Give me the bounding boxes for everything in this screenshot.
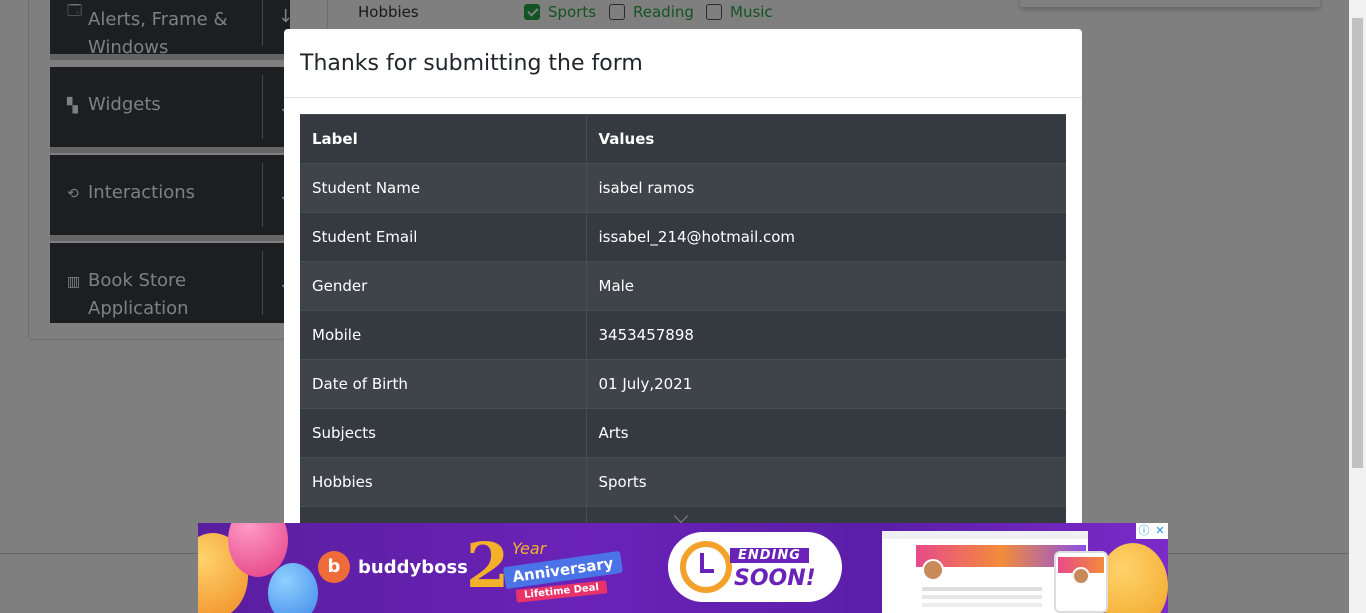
table-row: Date of Birth 01 July,2021	[300, 359, 1066, 409]
row-label: Student Email	[300, 212, 587, 262]
page-scrollbar[interactable]	[1349, 0, 1366, 613]
column-header-label: Label	[300, 114, 587, 164]
table-row: Student Email issabel_214@hotmail.com	[300, 212, 1066, 262]
clock-icon	[680, 541, 732, 593]
anniversary-badge: 2 Year Anniversary Lifetime Deal	[466, 531, 636, 605]
ending-soon-badge: ENDING SOON!	[668, 532, 842, 602]
row-value: Male	[586, 261, 1066, 311]
row-label: Hobbies	[300, 457, 587, 507]
modal-body: Label Values Student Name isabel ramos S…	[284, 98, 1082, 572]
buddyboss-mark-icon: b	[318, 551, 350, 583]
modal-title: Thanks for submitting the form	[300, 51, 643, 76]
anniversary-number: 2	[466, 529, 510, 602]
buddyboss-logo: b buddyboss	[318, 551, 468, 583]
ad-close-icon[interactable]: ✕	[1152, 523, 1168, 539]
row-label: Subjects	[300, 408, 587, 458]
ad-brand: buddyboss	[358, 556, 468, 578]
screenshot-topbar	[882, 531, 1088, 539]
anniversary-year: Year	[512, 539, 547, 558]
table-header-row: Label Values	[300, 114, 1066, 164]
balloon-graphic	[1098, 543, 1168, 613]
row-label: Date of Birth	[300, 359, 587, 409]
row-value: Sports	[586, 457, 1066, 507]
avatar	[922, 559, 944, 581]
ad-controls: ⓘ ✕	[1136, 523, 1168, 539]
balloon-graphic	[268, 563, 318, 613]
ending-text: ENDING	[730, 548, 809, 563]
table-row: Mobile 3453457898	[300, 310, 1066, 360]
row-value: issabel_214@hotmail.com	[586, 212, 1066, 262]
table-row: Subjects Arts	[300, 408, 1066, 458]
row-label: Mobile	[300, 310, 587, 360]
table-row: Student Name isabel ramos	[300, 163, 1066, 213]
row-label: Gender	[300, 261, 587, 311]
table-row: Hobbies Sports	[300, 457, 1066, 507]
row-value: 3453457898	[586, 310, 1066, 360]
screenshot-lines	[922, 587, 1042, 591]
phone-screenshot	[1054, 551, 1108, 613]
row-value: Arts	[586, 408, 1066, 458]
table-row: Gender Male	[300, 261, 1066, 311]
row-value: 01 July,2021	[586, 359, 1066, 409]
column-header-values: Values	[586, 114, 1066, 164]
row-label: Student Name	[300, 163, 587, 213]
scrollbar-thumb[interactable]	[1352, 18, 1363, 468]
ad-banner[interactable]: b buddyboss 2 Year Anniversary Lifetime …	[198, 523, 1168, 613]
row-value: isabel ramos	[586, 163, 1066, 213]
ad-info-icon[interactable]: ⓘ	[1136, 523, 1152, 539]
results-table: Label Values Student Name isabel ramos S…	[300, 114, 1066, 556]
modal-header: Thanks for submitting the form	[284, 29, 1082, 98]
avatar	[1072, 567, 1090, 585]
soon-text: SOON!	[734, 566, 816, 591]
